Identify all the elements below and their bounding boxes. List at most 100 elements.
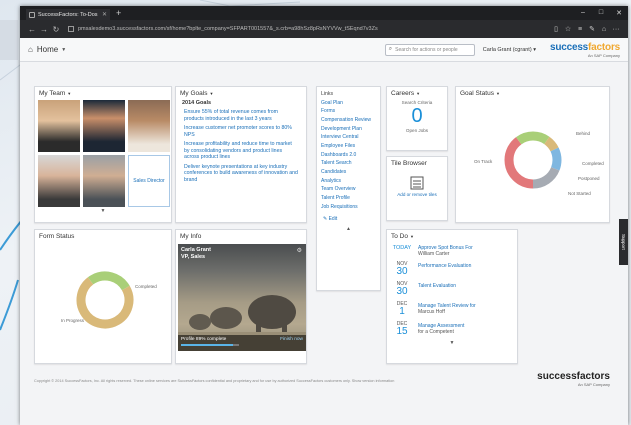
- team-member-photo[interactable]: [83, 155, 125, 207]
- browser-window: SuccessFactors: To-Dos ✕ + – □ ✕ ← → ↻ p…: [20, 6, 628, 425]
- team-member-photo[interactable]: [83, 100, 125, 152]
- team-member-photo[interactable]: [128, 100, 170, 152]
- legend-label: In Progress: [61, 318, 85, 323]
- chevron-down-icon[interactable]: ▼: [61, 47, 66, 53]
- link-item[interactable]: Team Overview: [321, 186, 376, 195]
- team-member-photo[interactable]: [38, 155, 80, 207]
- chevron-down-icon[interactable]: ▼: [387, 340, 517, 346]
- gear-icon[interactable]: ⚙: [297, 247, 302, 254]
- tile-to-do: To Do ▼ TODAY Approve Spot Bonus For Willi…: [386, 229, 518, 364]
- tile-title: My Info: [180, 233, 202, 240]
- forward-icon[interactable]: →: [38, 25, 50, 34]
- legend-label: Not Started: [568, 191, 591, 196]
- link-item[interactable]: Talent Profile: [321, 194, 376, 203]
- logo-text-a: success: [549, 41, 589, 53]
- tile-title[interactable]: My Goals ▼: [176, 87, 306, 100]
- tile-title[interactable]: Careers ▼: [387, 87, 447, 100]
- tile-my-team: My Team ▼ Sales Director ▼: [34, 86, 172, 223]
- hub-icon[interactable]: ≡: [574, 26, 586, 33]
- browser-tab[interactable]: SuccessFactors: To-Dos ✕: [26, 9, 110, 20]
- legend-label: On Track: [474, 159, 493, 164]
- user-menu[interactable]: Carla Grant (cgrant) ▾: [483, 47, 536, 53]
- todo-text: Performance Evaluation: [418, 263, 472, 269]
- successfactors-logo: successfactors An SAP Company: [550, 42, 620, 58]
- search-icon: ⌕: [388, 46, 393, 52]
- link-item[interactable]: Development Plan: [321, 125, 376, 134]
- goal-item[interactable]: Ensure 55% of total revenue comes from p…: [176, 106, 306, 122]
- todo-item[interactable]: DEC 15 Manage Assessment for a Competent: [387, 319, 517, 339]
- todo-day: 15: [396, 326, 408, 337]
- refresh-icon[interactable]: ↻: [50, 25, 62, 34]
- home-menu[interactable]: Home: [37, 45, 58, 54]
- todo-sub: Marcus Hoff: [418, 309, 445, 315]
- my-team-title: My Team: [39, 90, 66, 97]
- footer-logo: successfactors An SAP Company: [537, 371, 610, 387]
- favorite-star-icon[interactable]: ☆: [562, 25, 574, 33]
- tile-browser-icon[interactable]: [387, 176, 447, 192]
- link-item[interactable]: Compensation Review: [321, 116, 376, 125]
- edit-label: Edit: [328, 215, 338, 222]
- url-text: pmsalesdemo3.successfactors.com/sf/home?…: [78, 26, 378, 32]
- notes-icon[interactable]: ✎: [586, 25, 598, 33]
- link-item[interactable]: Talent Search: [321, 160, 376, 169]
- todo-day: 30: [396, 286, 408, 297]
- tile-my-info: My Info Carla Grant VP, Sales ⚙ Profile …: [175, 229, 307, 364]
- maximize-icon[interactable]: □: [592, 9, 610, 17]
- close-window-icon[interactable]: ✕: [610, 9, 628, 17]
- tile-my-goals: My Goals ▼ 2014 Goals Ensure 55% of total…: [175, 86, 307, 223]
- todo-date: TODAY: [392, 245, 412, 251]
- reading-view-icon[interactable]: ▯: [550, 25, 562, 33]
- lock-icon: [68, 26, 74, 32]
- todo-sub: for a Competent: [418, 329, 454, 335]
- window-controls: – □ ✕: [574, 9, 628, 17]
- chevron-down-icon[interactable]: ▼: [35, 208, 171, 214]
- tile-tile-browser: Tile Browser Add or remove tiles: [386, 156, 448, 221]
- chevron-up-icon[interactable]: ▲: [317, 226, 380, 232]
- goal-item[interactable]: Deliver keynote presentations at key ind…: [176, 161, 306, 184]
- share-icon[interactable]: ⌂: [598, 26, 610, 33]
- search-input[interactable]: ⌕ Search for actions or people: [384, 43, 475, 56]
- link-item[interactable]: Employee Files: [321, 142, 376, 151]
- tile-links: Links Goal Plan Forms Compensation Revie…: [316, 86, 381, 291]
- close-tab-icon[interactable]: ✕: [102, 11, 107, 18]
- user-name: Carla Grant (cgrant): [482, 46, 532, 53]
- todo-item[interactable]: NOV 30 Talent Evaluation: [387, 279, 517, 299]
- tab-label: SuccessFactors: To-Dos: [38, 11, 98, 18]
- new-tab-icon[interactable]: +: [116, 8, 121, 18]
- team-member-photo[interactable]: [38, 100, 80, 152]
- todo-item[interactable]: NOV 30 Performance Evaluation: [387, 259, 517, 279]
- link-item[interactable]: Forms: [321, 108, 376, 117]
- tile-title[interactable]: Goal Status ▼: [456, 87, 609, 100]
- tile-careers: Careers ▼ Search Criteria 0 Open Jobs: [386, 86, 448, 151]
- tile-title[interactable]: To Do ▼: [387, 230, 517, 243]
- todo-day: 30: [396, 266, 408, 277]
- todo-item[interactable]: DEC 1 Manage Talent Review for Marcus Hoff: [387, 299, 517, 319]
- finish-now-link[interactable]: Finish now: [280, 337, 303, 342]
- support-tab[interactable]: Support: [619, 219, 628, 265]
- goal-item[interactable]: Increase profitability and reduce time t…: [176, 138, 306, 161]
- more-icon[interactable]: ···: [610, 26, 622, 33]
- my-goals-title: My Goals: [180, 90, 208, 97]
- open-jobs-caption: Open Jobs: [405, 128, 429, 133]
- open-jobs-count[interactable]: 0: [387, 105, 447, 128]
- sales-director-label: Sales Director: [133, 178, 165, 184]
- sales-director-card[interactable]: Sales Director: [128, 155, 170, 207]
- link-item[interactable]: Candidates: [321, 168, 376, 177]
- link-item[interactable]: Interview Central: [321, 134, 376, 143]
- todo-item[interactable]: TODAY Approve Spot Bonus For William Cart…: [387, 243, 517, 259]
- goal-item[interactable]: Increase customer net promoter scores to…: [176, 122, 306, 138]
- minimize-icon[interactable]: –: [574, 9, 592, 17]
- link-item[interactable]: Dashboards 2.0: [321, 151, 376, 160]
- tile-browser-caption[interactable]: Add or remove tiles: [387, 192, 447, 197]
- link-item[interactable]: Analytics: [321, 177, 376, 186]
- url-field[interactable]: pmsalesdemo3.successfactors.com/sf/home?…: [68, 23, 544, 35]
- link-item[interactable]: Job Requisitions: [321, 203, 376, 212]
- profile-progress: Profile 89% complete Finish now: [178, 335, 306, 351]
- link-item[interactable]: Goal Plan: [321, 99, 376, 108]
- todo-day: 1: [399, 306, 405, 317]
- my-info-photo[interactable]: Carla Grant VP, Sales ⚙ Profile 89% comp…: [178, 244, 306, 351]
- back-icon[interactable]: ←: [26, 25, 38, 34]
- tile-title[interactable]: My Team ▼: [35, 87, 171, 100]
- form-status-donut[interactable]: [35, 248, 173, 358]
- edit-links-button[interactable]: ✎ Edit: [317, 212, 380, 226]
